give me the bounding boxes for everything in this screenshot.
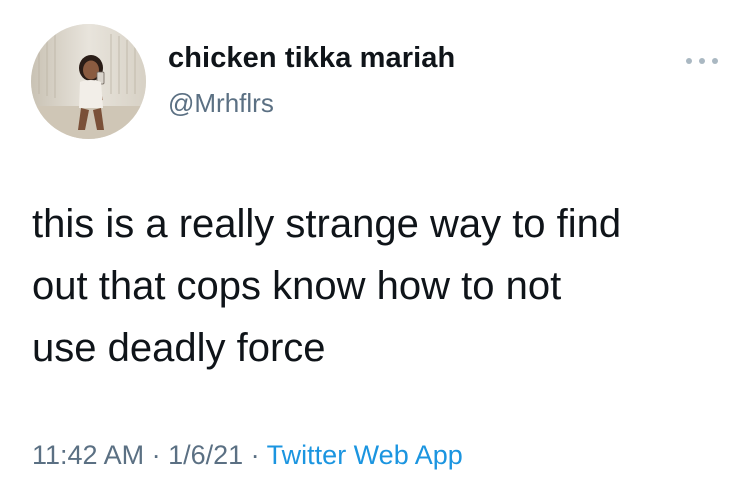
more-dot-icon — [699, 58, 705, 64]
more-dot-icon — [712, 58, 718, 64]
tweet-text-line: this is a really strange way to find — [32, 202, 622, 246]
tweet-text: this is a really strange way to find out… — [32, 193, 722, 379]
tweet-source-link[interactable]: Twitter Web App — [267, 440, 463, 470]
avatar[interactable] — [31, 24, 146, 139]
tweet-metadata: 11:42 AM · 1/6/21 · Twitter Web App — [32, 440, 463, 471]
user-handle[interactable]: @Mrhflrs — [168, 88, 274, 119]
tweet-card: chicken tikka mariah @Mrhflrs this is a … — [0, 0, 750, 500]
tweet-date[interactable]: 1/6/21 — [168, 440, 243, 470]
meta-separator: · — [243, 440, 267, 470]
tweet-text-line: out that cops know how to not — [32, 264, 562, 308]
avatar-photo — [31, 24, 146, 139]
meta-separator: · — [144, 440, 169, 470]
tweet-time[interactable]: 11:42 AM — [32, 440, 144, 470]
display-name[interactable]: chicken tikka mariah — [168, 42, 455, 75]
more-options-icon[interactable] — [686, 52, 718, 70]
more-dot-icon — [686, 58, 692, 64]
tweet-text-line: use deadly force — [32, 326, 326, 370]
